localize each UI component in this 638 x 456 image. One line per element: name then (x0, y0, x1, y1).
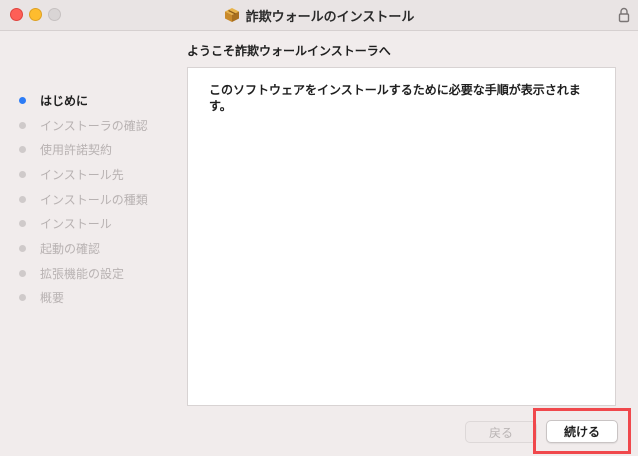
page-heading: ようこそ詐欺ウォールインストーラへ (187, 44, 391, 58)
step-extension-settings: 拡張機能の設定 (18, 261, 183, 286)
step-dot-icon (19, 195, 26, 203)
step-dot-icon (19, 220, 26, 228)
step-launch-check: 起動の確認 (18, 236, 183, 261)
step-introduction: はじめに (18, 88, 183, 113)
step-label: 起動の確認 (40, 241, 101, 256)
window-title-text: 詐欺ウォールのインストール (245, 9, 415, 25)
back-button[interactable]: 戻る (465, 421, 537, 443)
step-label: はじめに (40, 93, 89, 108)
step-install: インストール (18, 211, 183, 236)
step-dot-icon (19, 121, 26, 129)
content-panel: このソフトウェアをインストールするために必要な手順が表示されます。 (187, 67, 616, 406)
installer-window: 詐欺ウォールのインストール ようこそ詐欺ウォールインストーラへ はじめに インス… (0, 0, 638, 456)
step-dot-icon (19, 244, 26, 252)
window-title: 詐欺ウォールのインストール (0, 0, 638, 30)
step-dot-icon (19, 294, 26, 302)
step-label: インストール先 (40, 167, 124, 182)
active-step-dot-icon (19, 96, 26, 104)
step-label: インストールの種類 (40, 192, 148, 207)
step-license: 使用許諾契約 (18, 137, 183, 162)
step-installer-check: インストーラの確認 (18, 113, 183, 138)
step-dot-icon (19, 146, 26, 154)
package-icon (224, 8, 239, 22)
step-label: 拡張機能の設定 (40, 266, 125, 281)
step-destination: インストール先 (18, 162, 183, 187)
continue-button[interactable]: 続ける (546, 420, 618, 443)
step-summary: 概要 (18, 286, 183, 311)
step-dot-icon (19, 269, 26, 277)
step-dot-icon (19, 170, 26, 178)
step-install-type: インストールの種類 (18, 187, 183, 212)
step-label: 概要 (40, 291, 65, 306)
steps-sidebar: はじめに インストーラの確認 使用許諾契約 インストール先 インストールの種類 … (18, 88, 183, 310)
lock-icon[interactable] (618, 7, 630, 23)
step-label: インストール (40, 217, 112, 232)
step-label: 使用許諾契約 (40, 143, 113, 158)
step-label: インストーラの確認 (40, 118, 148, 133)
title-bar: 詐欺ウォールのインストール (0, 0, 638, 31)
content-text: このソフトウェアをインストールするために必要な手順が表示されます。 (209, 83, 581, 113)
